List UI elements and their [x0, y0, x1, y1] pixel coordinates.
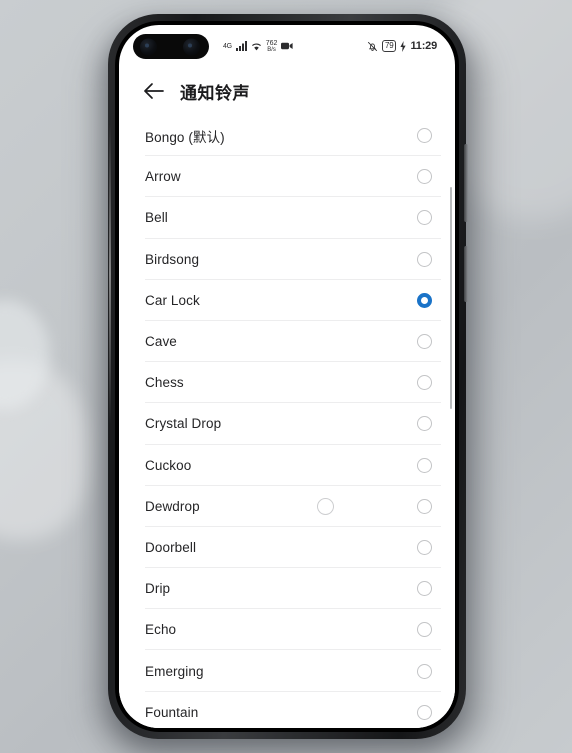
list-scrollbar[interactable] — [449, 187, 452, 409]
ringtone-label: Bell — [145, 210, 168, 226]
radio-button[interactable] — [417, 704, 432, 720]
wifi-icon — [251, 42, 262, 51]
signal-bars-icon — [235, 41, 247, 51]
radio-button[interactable] — [417, 581, 432, 597]
ringtone-label: Drip — [145, 581, 171, 597]
ringtone-list[interactable]: Bongo (默认) Arrow Bell Birdsong Car Lock Cave C… — [119, 115, 455, 728]
ringtone-label: Birdsong — [145, 251, 200, 267]
ringtone-label: Doorbell — [145, 539, 197, 555]
ringtone-label: Echo — [145, 622, 177, 638]
ringtone-label: Crystal Drop — [145, 416, 222, 432]
radio-button[interactable] — [417, 539, 432, 555]
radio-button[interactable] — [417, 375, 432, 391]
ringtone-label: Fountain — [145, 704, 199, 720]
ringtone-row[interactable]: Echo — [119, 609, 455, 651]
ringtone-row[interactable]: Emerging — [119, 650, 455, 692]
radio-button[interactable] — [417, 128, 432, 144]
ringtone-row[interactable]: Birdsong — [119, 239, 455, 280]
radio-button[interactable] — [417, 663, 432, 679]
ringtone-label: Cuckoo — [145, 457, 192, 473]
ringtone-row[interactable]: Dewdrop — [119, 486, 455, 528]
screen-record-icon — [281, 42, 294, 50]
ringtone-row[interactable]: Cave — [119, 321, 455, 363]
ringtone-row[interactable]: Cuckoo — [119, 445, 455, 486]
charging-bolt-icon — [400, 40, 407, 52]
ringtone-row[interactable]: Crystal Drop — [119, 403, 455, 445]
status-bar: 4G 762 B/s 79 11:29 — [119, 25, 455, 67]
network-speed-indicator: 762 B/s — [266, 40, 278, 53]
radio-button-selected[interactable] — [417, 292, 432, 308]
radio-button[interactable] — [417, 416, 432, 432]
radio-button-drag-ghost — [317, 497, 334, 515]
ringtone-label: Cave — [145, 334, 177, 350]
radio-button[interactable] — [417, 334, 432, 350]
ringtone-row[interactable]: Car Lock — [119, 280, 455, 322]
ringtone-row[interactable]: Chess — [119, 362, 455, 404]
ringtone-row[interactable]: Doorbell — [119, 527, 455, 569]
page-title: 通知铃声 — [180, 83, 250, 103]
camera-cutout — [133, 34, 209, 59]
network-type-label: 4G — [223, 42, 232, 50]
ringtone-label: Arrow — [145, 169, 181, 185]
network-speed-value: 762 — [265, 39, 278, 47]
ringtone-label: Emerging — [145, 663, 204, 679]
radio-button[interactable] — [417, 457, 432, 473]
front-camera-lens-primary — [140, 38, 157, 55]
radio-button[interactable] — [417, 210, 432, 226]
network-speed-unit: B/s — [267, 46, 276, 53]
ringtone-label: Dewdrop — [145, 498, 200, 514]
bell-muted-icon — [367, 41, 378, 52]
phone-edge-gloss — [109, 124, 111, 424]
ringtone-label: Car Lock — [145, 292, 200, 308]
radio-button[interactable] — [417, 622, 432, 638]
battery-percentage-badge: 79 — [381, 40, 397, 52]
phone-device: 4G 762 B/s 79 11:29 通知铃声 Bongo (默认) Arro… — [108, 14, 468, 739]
ringtone-row[interactable]: Drip — [119, 568, 455, 610]
ringtone-label: Bongo (默认) — [145, 129, 225, 145]
back-arrow-icon[interactable] — [141, 78, 167, 104]
scene: 4G 762 B/s 79 11:29 通知铃声 Bongo (默认) Arro… — [0, 0, 572, 753]
volume-button[interactable] — [464, 144, 468, 222]
ringtone-row[interactable]: Bell — [119, 197, 455, 239]
status-bar-clock: 11:29 — [410, 40, 437, 52]
status-bar-left-group: 4G 762 B/s — [223, 40, 294, 53]
ringtone-row[interactable]: Bongo (默认) — [119, 115, 455, 157]
radio-button[interactable] — [417, 169, 432, 185]
phone-screen: 4G 762 B/s 79 11:29 通知铃声 Bongo (默认) Arro… — [119, 25, 455, 728]
ringtone-label: Chess — [145, 375, 184, 391]
radio-button[interactable] — [417, 251, 432, 267]
radio-button[interactable] — [417, 498, 432, 514]
ringtone-row[interactable]: Arrow — [119, 156, 455, 198]
ringtone-row[interactable]: Fountain — [119, 692, 455, 728]
front-camera-lens-secondary — [183, 38, 200, 55]
power-button[interactable] — [464, 246, 468, 302]
app-bar: 通知铃声 — [119, 67, 455, 115]
status-bar-right-group: 79 11:29 — [367, 40, 437, 52]
